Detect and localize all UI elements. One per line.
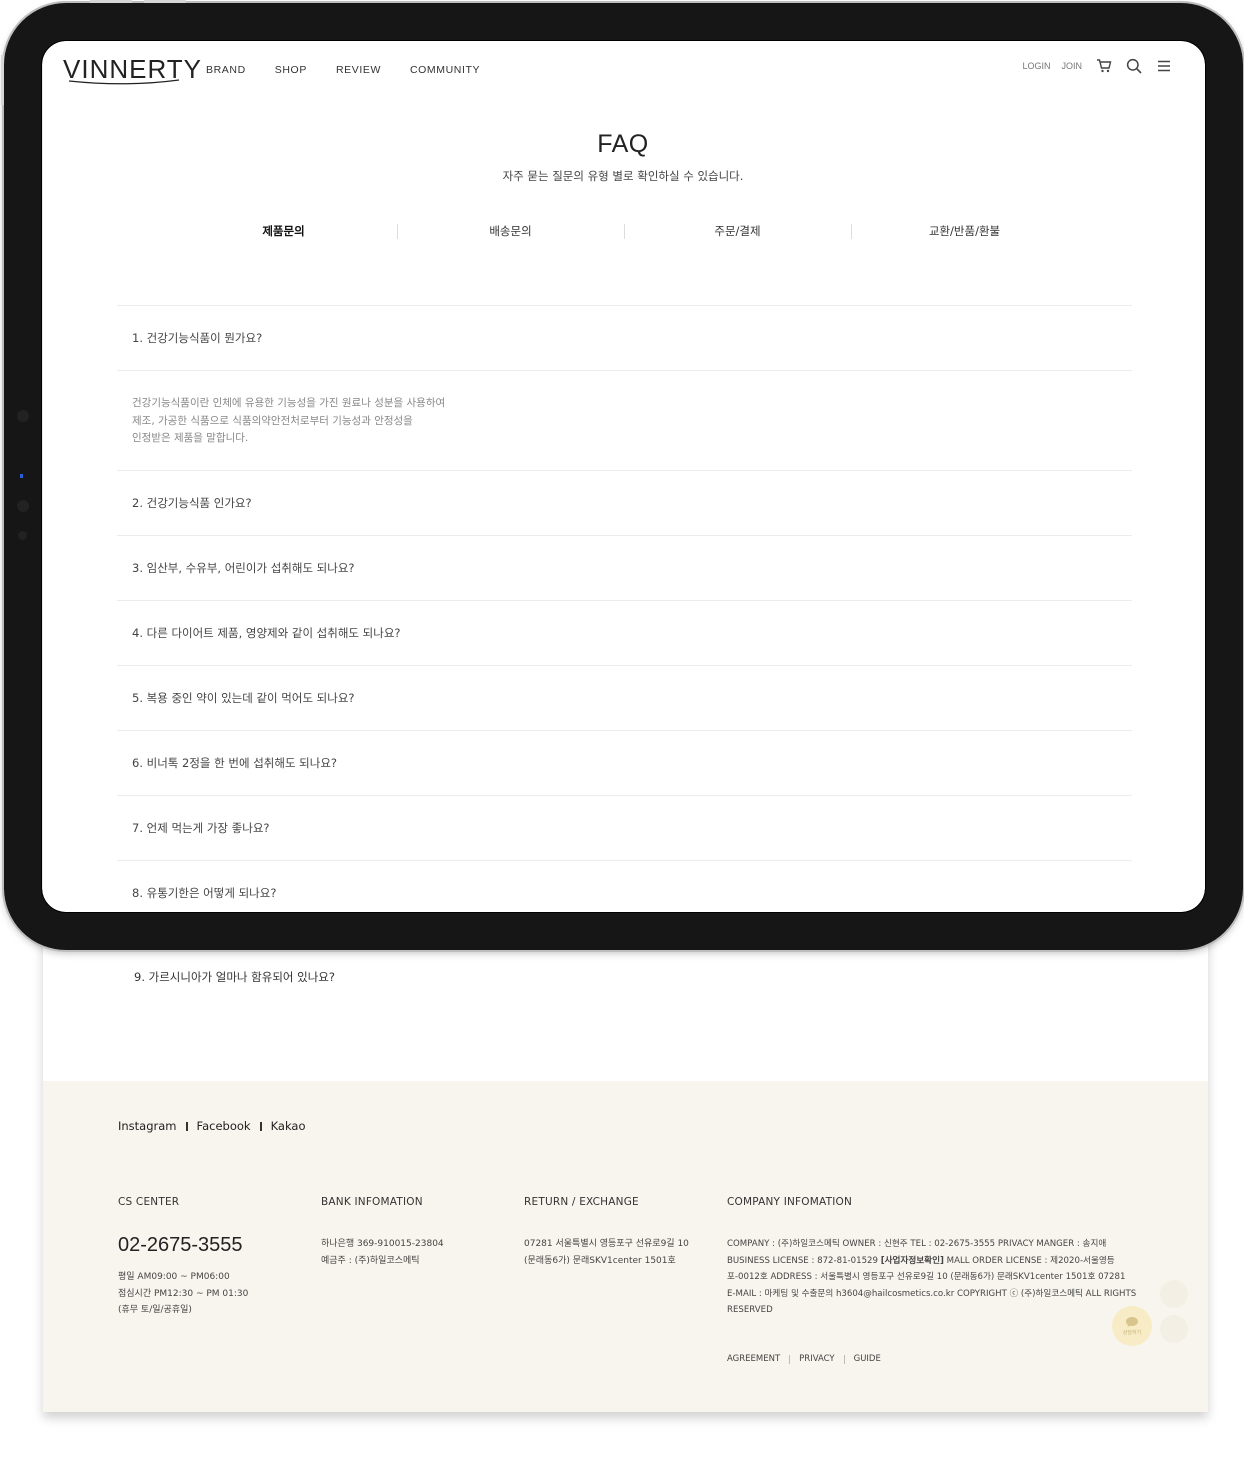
- company-heading: COMPANY INFOMATION: [727, 1196, 853, 1208]
- chat-bubble-icon: [1126, 1317, 1138, 1327]
- site-footer: Instagram Facebook Kakao CS CENTER BANK …: [43, 1081, 1208, 1412]
- faq-question[interactable]: 7. 언제 먹는게 가장 좋나요?: [117, 796, 1132, 860]
- cs-phone[interactable]: 02-2675-3555: [118, 1234, 243, 1257]
- faq-answer-line: 건강기능식품이란 인체에 유용한 기능성을 가진 원료나 성분을 사용하여: [132, 397, 446, 409]
- divider: [259, 1121, 262, 1131]
- nav-brand[interactable]: BRAND: [206, 64, 246, 76]
- guide-link[interactable]: GUIDE: [854, 1354, 881, 1364]
- nav-review[interactable]: REVIEW: [336, 64, 381, 76]
- faq-question[interactable]: 6. 비너톡 2정을 한 번에 섭취해도 되나요?: [117, 731, 1132, 795]
- instagram-link[interactable]: Instagram: [118, 1119, 177, 1133]
- faq-answer: 건강기능식품이란 인체에 유용한 기능성을 가진 원료나 성분을 사용하여 제조…: [117, 370, 1132, 470]
- faq-answer-line: 제조, 가공한 식품으로 식품의약안전처로부터 기능성과 안정성을: [132, 414, 413, 427]
- camera-icon: [17, 410, 29, 422]
- faq-item: 4. 다른 다이어트 제품, 영양제와 같이 섭취해도 되나요?: [117, 600, 1132, 665]
- faq-question[interactable]: 2. 건강기능식품 인가요?: [117, 471, 1132, 535]
- faq-list: 1. 건강기능식품이 뭔가요? 건강기능식품이란 인체에 유용한 기능성을 가진…: [117, 305, 1132, 1009]
- tab-product[interactable]: 제품문의: [170, 219, 397, 243]
- cs-hours: 평일 AM09:00 ~ PM06:00 점심시간 PM12:30 ~ PM 0…: [118, 1272, 249, 1315]
- faq-item: 9. 가르시니아가 얼마나 함유되어 있나요?: [117, 945, 1132, 1009]
- tab-exchange-return[interactable]: 교환/반품/환불: [851, 219, 1078, 243]
- page-title: FAQ: [597, 130, 649, 158]
- faq-answer-line: 인정받은 제품을 말합니다.: [132, 432, 249, 444]
- faq-question[interactable]: 3. 임산부, 수유부, 어린이가 섭취해도 되나요?: [117, 536, 1132, 600]
- faq-question[interactable]: 5. 복용 중인 약이 있는데 같이 먹어도 되나요?: [117, 666, 1132, 730]
- indicator-light-icon: [20, 474, 23, 478]
- return-heading: RETURN / EXCHANGE: [524, 1196, 639, 1208]
- chat-label: 상담하기: [1122, 1330, 1142, 1336]
- divider: [843, 1354, 845, 1364]
- tab-order-payment[interactable]: 주문/결제: [624, 219, 851, 243]
- social-links: Instagram Facebook Kakao: [118, 1119, 306, 1133]
- company-info: COMPANY : (주)하일코스메틱 OWNER : 신현주 TEL : 02…: [727, 1239, 1137, 1315]
- tablet-side-button: [1, 55, 4, 105]
- tablet-top-button: [144, 0, 186, 3]
- faq-item: 5. 복용 중인 약이 있는데 같이 먹어도 되나요?: [117, 665, 1132, 730]
- logo-swoosh-icon: [68, 79, 180, 85]
- join-link[interactable]: JOIN: [1061, 61, 1082, 71]
- cart-icon[interactable]: [1096, 58, 1112, 74]
- kakao-link[interactable]: Kakao: [271, 1119, 306, 1133]
- page-subtitle: 자주 묻는 질문의 유형 별로 확인하실 수 있습니다.: [502, 169, 744, 183]
- footer-links: AGREEMENT PRIVACY GUIDE: [727, 1354, 881, 1364]
- facebook-link[interactable]: Facebook: [197, 1119, 251, 1133]
- faq-item: 1. 건강기능식품이 뭔가요? 건강기능식품이란 인체에 유용한 기능성을 가진…: [117, 305, 1132, 470]
- nav-shop[interactable]: SHOP: [275, 64, 307, 76]
- chat-button[interactable]: 상담하기: [1112, 1306, 1152, 1346]
- login-link[interactable]: LOGIN: [1022, 61, 1050, 71]
- faq-item: 3. 임산부, 수유부, 어린이가 섭취해도 되나요?: [117, 535, 1132, 600]
- faq-tabs: 제품문의 배송문의 주문/결제 교환/반품/환불: [170, 219, 1078, 243]
- menu-icon[interactable]: [1156, 58, 1172, 74]
- cs-center-heading: CS CENTER: [118, 1196, 180, 1208]
- search-icon[interactable]: [1126, 58, 1142, 74]
- scroll-top-button[interactable]: [1160, 1280, 1188, 1308]
- faq-question[interactable]: 9. 가르시니아가 얼마나 함유되어 있나요?: [117, 945, 1132, 1009]
- faq-question[interactable]: 4. 다른 다이어트 제품, 영양제와 같이 섭취해도 되나요?: [117, 601, 1132, 665]
- privacy-link[interactable]: PRIVACY: [799, 1354, 834, 1364]
- faq-item: 8. 유통기한은 어떻게 되나요?: [117, 860, 1132, 925]
- bank-info: 하나은행 369-910015-23804 예금주 : (주)하일코스메틱: [321, 1239, 444, 1266]
- tab-delivery[interactable]: 배송문의: [397, 219, 624, 243]
- divider: [789, 1354, 791, 1364]
- sensor-icon: [18, 531, 27, 540]
- faq-item: 2. 건강기능식품 인가요?: [117, 470, 1132, 535]
- header-utilities: LOGIN JOIN: [1022, 58, 1172, 74]
- divider: [185, 1121, 188, 1131]
- scroll-bottom-button[interactable]: [1160, 1315, 1188, 1343]
- agreement-link[interactable]: AGREEMENT: [727, 1354, 780, 1364]
- bank-heading: BANK INFOMATION: [321, 1196, 423, 1208]
- return-address: 07281 서울특별시 영등포구 선유로9길 10 (문래동6가) 문래SKV1…: [524, 1239, 689, 1266]
- faq-question[interactable]: 1. 건강기능식품이 뭔가요?: [117, 306, 1132, 370]
- faq-item: 6. 비너톡 2정을 한 번에 섭취해도 되나요?: [117, 730, 1132, 795]
- page-sheet: VINNERTY BRAND SHOP REVIEW COMMUNITY LOG…: [43, 40, 1208, 1412]
- tablet-top-button: [90, 0, 132, 3]
- faq-item: 7. 언제 먹는게 가장 좋나요?: [117, 795, 1132, 860]
- nav-community[interactable]: COMMUNITY: [410, 64, 480, 76]
- business-info-link[interactable]: [사업자정보확인]: [881, 1256, 944, 1266]
- main-nav: BRAND SHOP REVIEW COMMUNITY: [206, 64, 509, 76]
- sensor-icon: [17, 500, 29, 512]
- faq-question[interactable]: 8. 유통기한은 어떻게 되나요?: [117, 861, 1132, 925]
